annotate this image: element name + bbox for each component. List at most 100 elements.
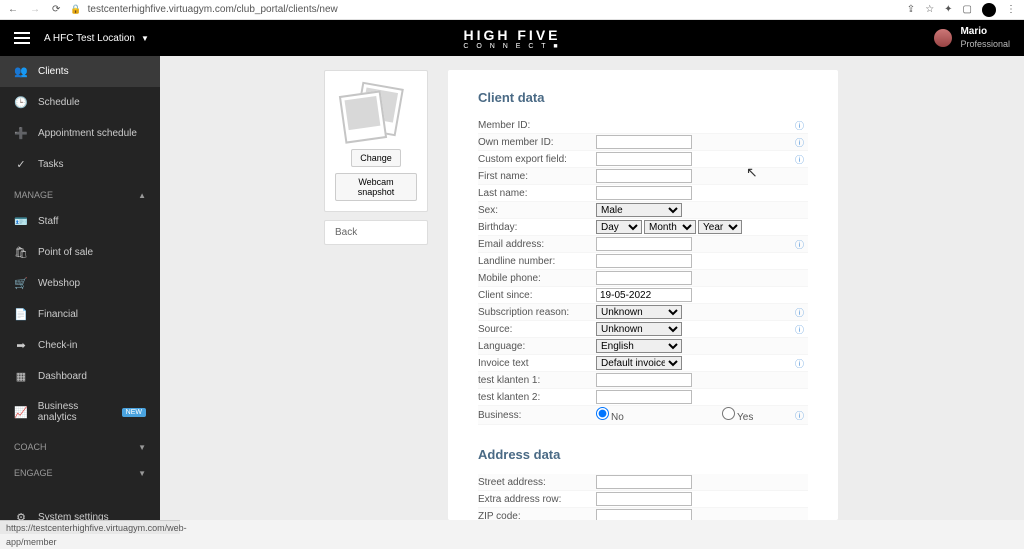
info-icon[interactable]: ⓘ bbox=[795, 238, 804, 251]
extensions-icon[interactable]: ✦ bbox=[944, 4, 952, 15]
info-icon[interactable]: ⓘ bbox=[795, 306, 804, 319]
browser-chrome: ← → ⟳ 🔒 testcenterhighfive.virtuagym.com… bbox=[0, 0, 1024, 20]
info-icon[interactable]: ⓘ bbox=[795, 323, 804, 336]
business-no-radio[interactable] bbox=[596, 407, 609, 420]
mobile-input[interactable] bbox=[596, 271, 692, 285]
label-extra-row: Extra address row: bbox=[478, 494, 596, 505]
sidebar-section-engage[interactable]: ENGAGE▼ bbox=[0, 458, 160, 484]
label-sub-reason: Subscription reason: bbox=[478, 307, 596, 318]
app-header: A HFC Test Location ▼ HIGH FIVE C O N N … bbox=[0, 20, 1024, 56]
label-street: Street address: bbox=[478, 477, 596, 488]
sidebar-item-schedule[interactable]: 🕒 Schedule bbox=[0, 87, 160, 118]
chevron-up-icon: ▲ bbox=[138, 191, 146, 200]
chevron-down-icon: ▼ bbox=[141, 34, 149, 43]
sidebar-item-analytics[interactable]: 📈Business analyticsNEW bbox=[0, 392, 160, 432]
label-invoice-text: Invoice text bbox=[478, 358, 596, 369]
staff-icon: 🪪 bbox=[14, 215, 28, 228]
label-custom-export: Custom export field: bbox=[478, 154, 596, 165]
sidebar-item-staff[interactable]: 🪪Staff bbox=[0, 206, 160, 237]
sidebar-item-dashboard[interactable]: ▦Dashboard bbox=[0, 361, 160, 392]
sidebar-item-appointment[interactable]: ➕ Appointment schedule bbox=[0, 118, 160, 149]
birthday-month-select[interactable]: Month bbox=[644, 220, 696, 234]
nav-reload-icon[interactable]: ⟳ bbox=[52, 4, 60, 15]
sidebar-section-coach[interactable]: COACH▼ bbox=[0, 432, 160, 458]
star-icon[interactable]: ☆ bbox=[925, 4, 934, 15]
business-yes-option[interactable]: Yes bbox=[722, 407, 840, 423]
business-no-option[interactable]: No bbox=[596, 407, 714, 423]
sidebar-item-label: Schedule bbox=[38, 97, 80, 108]
language-select[interactable]: English bbox=[596, 339, 682, 353]
sidebar-item-pos[interactable]: 🛍Point of sale bbox=[0, 237, 160, 268]
custom-export-input[interactable] bbox=[596, 152, 692, 166]
info-icon[interactable]: ⓘ bbox=[795, 119, 804, 132]
webcam-snapshot-button[interactable]: Webcam snapshot bbox=[335, 173, 417, 201]
label-client-since: Client since: bbox=[478, 290, 596, 301]
hamburger-icon[interactable] bbox=[14, 32, 30, 44]
label-member-id: Member ID: bbox=[478, 120, 596, 131]
sidebar-item-clients[interactable]: 👥 Clients bbox=[0, 56, 160, 87]
clients-icon: 👥 bbox=[14, 65, 28, 78]
business-yes-radio[interactable] bbox=[722, 407, 735, 420]
photo-card: Change Webcam snapshot bbox=[324, 70, 428, 212]
sidebar-section-manage[interactable]: MANAGE▲ bbox=[0, 180, 160, 206]
last-name-input[interactable] bbox=[596, 186, 692, 200]
extra-address-input[interactable] bbox=[596, 492, 692, 506]
chevron-down-icon: ▼ bbox=[138, 469, 146, 478]
nav-forward-icon[interactable]: → bbox=[30, 4, 40, 15]
url-text: testcenterhighfive.virtuagym.com/club_po… bbox=[88, 4, 338, 15]
label-landline: Landline number: bbox=[478, 256, 596, 267]
invoice-text-select[interactable]: Default invoice text bbox=[596, 356, 682, 370]
back-button[interactable]: Back bbox=[324, 220, 428, 245]
sidebar-item-financial[interactable]: 📄Financial bbox=[0, 299, 160, 330]
test-klanten-2-input[interactable] bbox=[596, 390, 692, 404]
birthday-day-select[interactable]: Day bbox=[596, 220, 642, 234]
sub-reason-select[interactable]: Unknown bbox=[596, 305, 682, 319]
kebab-icon[interactable]: ⋮ bbox=[1006, 4, 1016, 15]
gear-icon: ⚙ bbox=[14, 511, 28, 520]
zip-input[interactable] bbox=[596, 509, 692, 520]
main-content: Change Webcam snapshot Back Client data … bbox=[160, 56, 1024, 520]
pos-icon: 🛍 bbox=[14, 246, 28, 259]
user-role: Professional bbox=[960, 38, 1010, 50]
label-test-klanten-2: test klanten 2: bbox=[478, 392, 596, 403]
label-zip: ZIP code: bbox=[478, 511, 596, 521]
test-klanten-1-input[interactable] bbox=[596, 373, 692, 387]
new-badge: NEW bbox=[122, 408, 146, 417]
sidebar-item-system-settings[interactable]: ⚙System settings bbox=[0, 502, 160, 520]
section-title-client: Client data bbox=[478, 90, 808, 105]
avatar bbox=[934, 29, 952, 47]
status-bar: https://testcenterhighfive.virtuagym.com… bbox=[0, 520, 180, 534]
label-mobile: Mobile phone: bbox=[478, 273, 596, 284]
info-icon[interactable]: ⓘ bbox=[795, 357, 804, 370]
info-icon[interactable]: ⓘ bbox=[795, 136, 804, 149]
change-photo-button[interactable]: Change bbox=[351, 149, 401, 167]
sidebar-item-webshop[interactable]: 🛒Webshop bbox=[0, 268, 160, 299]
client-since-input[interactable] bbox=[596, 288, 692, 302]
lock-icon: 🔒 bbox=[70, 4, 81, 15]
user-name: Mario bbox=[960, 26, 1010, 38]
checkin-icon: ➡ bbox=[14, 339, 28, 352]
street-input[interactable] bbox=[596, 475, 692, 489]
location-dropdown[interactable]: A HFC Test Location ▼ bbox=[44, 33, 149, 44]
brand-logo: HIGH FIVE C O N N E C T ■ bbox=[463, 27, 560, 50]
window-icon[interactable]: ▢ bbox=[963, 4, 972, 15]
info-icon[interactable]: ⓘ bbox=[795, 153, 804, 166]
sidebar-item-tasks[interactable]: ✓ Tasks bbox=[0, 149, 160, 180]
financial-icon: 📄 bbox=[14, 308, 28, 321]
nav-back-icon[interactable]: ← bbox=[8, 4, 18, 15]
share-icon[interactable]: ⇪ bbox=[907, 4, 915, 15]
first-name-input[interactable] bbox=[596, 169, 692, 183]
location-label: A HFC Test Location bbox=[44, 33, 135, 44]
profile-icon[interactable] bbox=[982, 3, 996, 17]
sex-select[interactable]: Male bbox=[596, 203, 682, 217]
landline-input[interactable] bbox=[596, 254, 692, 268]
user-menu[interactable]: Mario Professional bbox=[934, 26, 1010, 50]
sidebar-item-checkin[interactable]: ➡Check-in bbox=[0, 330, 160, 361]
birthday-year-select[interactable]: Year bbox=[698, 220, 742, 234]
own-member-id-input[interactable] bbox=[596, 135, 692, 149]
source-select[interactable]: Unknown bbox=[596, 322, 682, 336]
label-source: Source: bbox=[478, 324, 596, 335]
label-sex: Sex: bbox=[478, 205, 596, 216]
email-input[interactable] bbox=[596, 237, 692, 251]
info-icon[interactable]: ⓘ bbox=[795, 409, 804, 422]
